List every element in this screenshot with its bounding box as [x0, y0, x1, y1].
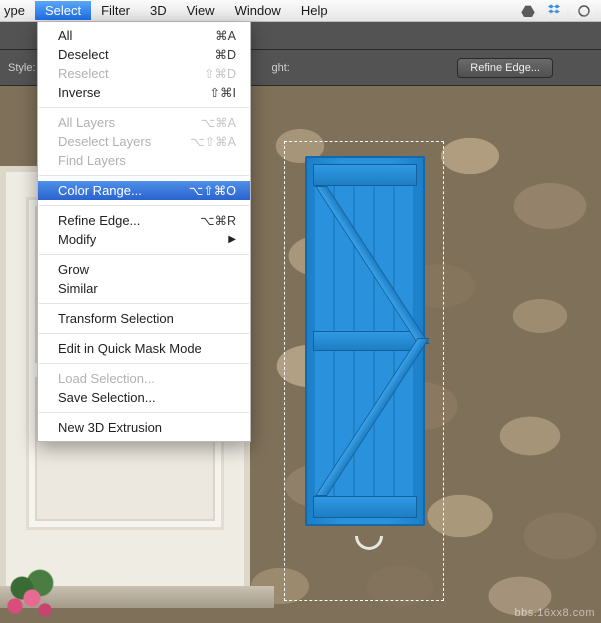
menu-item-label: Deselect: [58, 47, 214, 62]
menu-item-refine-edge[interactable]: Refine Edge...⌥⌘R: [38, 211, 250, 230]
menu-item-shortcut: ⌥⇧⌘O: [189, 183, 236, 198]
menu-item-inverse[interactable]: Inverse⇧⌘I: [38, 83, 250, 102]
menu-item-label: Transform Selection: [58, 311, 236, 326]
watermark-top: PS教程站: [538, 4, 595, 21]
menu-item-shortcut: ⌥⌘R: [200, 213, 236, 228]
gdrive-icon[interactable]: [519, 4, 537, 18]
menubar-item-window[interactable]: Window: [225, 1, 291, 20]
menu-item-label: Save Selection...: [58, 390, 236, 405]
menu-item-label: Find Layers: [58, 153, 236, 168]
menubar-item-filter[interactable]: Filter: [91, 1, 140, 20]
menu-separator: [39, 254, 249, 255]
menu-item-shortcut: ⇧⌘D: [204, 66, 236, 81]
menu-item-label: Load Selection...: [58, 371, 236, 386]
menu-item-label: Inverse: [58, 85, 210, 100]
menu-item-all-layers: All Layers⌥⌘A: [38, 113, 250, 132]
menu-item-label: Similar: [58, 281, 236, 296]
menu-item-modify[interactable]: Modify ▶: [38, 230, 250, 249]
options-height-label: ght:: [272, 62, 290, 74]
menu-separator: [39, 363, 249, 364]
menu-item-grow[interactable]: Grow: [38, 260, 250, 279]
photo-blue-shutter: [305, 156, 425, 526]
mac-menubar: ype Select Filter 3D View Window Help PS…: [0, 0, 601, 22]
menu-item-deselect-layers: Deselect Layers⌥⇧⌘A: [38, 132, 250, 151]
menu-item-edit-in-quick-mask-mode[interactable]: Edit in Quick Mask Mode: [38, 339, 250, 358]
menubar-item-type[interactable]: ype: [4, 1, 35, 20]
menu-item-label: New 3D Extrusion: [58, 420, 236, 435]
refine-edge-button[interactable]: Refine Edge...: [457, 58, 553, 78]
select-menu-dropdown: All⌘ADeselect⌘DReselect⇧⌘DInverse⇧⌘IAll …: [37, 22, 251, 442]
menu-separator: [39, 333, 249, 334]
menu-item-label: Deselect Layers: [58, 134, 190, 149]
photo-flowers: [0, 568, 60, 623]
menu-item-label: Reselect: [58, 66, 204, 81]
menu-separator: [39, 175, 249, 176]
options-style-label: Style:: [8, 62, 36, 74]
menu-item-shortcut: ⌥⇧⌘A: [190, 134, 236, 149]
menu-item-label: Color Range...: [58, 183, 189, 198]
menubar-item-select[interactable]: Select: [35, 1, 91, 20]
menubar-item-view[interactable]: View: [177, 1, 225, 20]
menu-item-transform-selection[interactable]: Transform Selection: [38, 309, 250, 328]
menu-item-shortcut: ⇧⌘I: [210, 85, 236, 100]
menu-item-color-range[interactable]: Color Range...⌥⇧⌘O: [38, 181, 250, 200]
submenu-arrow-icon: ▶: [228, 234, 236, 245]
photo-shutter-midrail: [313, 331, 417, 351]
menu-item-save-selection[interactable]: Save Selection...: [38, 388, 250, 407]
menu-item-label: All Layers: [58, 115, 201, 130]
menu-item-label: All: [58, 28, 215, 43]
menu-item-shortcut: ⌘D: [214, 47, 236, 62]
menu-separator: [39, 412, 249, 413]
menu-separator: [39, 303, 249, 304]
menu-item-shortcut: ⌥⌘A: [201, 115, 236, 130]
menu-item-similar[interactable]: Similar: [38, 279, 250, 298]
menu-item-label: Modify: [58, 232, 222, 247]
menu-item-load-selection: Load Selection...: [38, 369, 250, 388]
menu-item-deselect[interactable]: Deselect⌘D: [38, 45, 250, 64]
menubar-item-help[interactable]: Help: [291, 1, 338, 20]
menu-item-new-3d-extrusion[interactable]: New 3D Extrusion: [38, 418, 250, 437]
menu-separator: [39, 205, 249, 206]
menu-item-label: Refine Edge...: [58, 213, 200, 228]
menu-item-shortcut: ⌘A: [215, 28, 236, 43]
menu-separator: [39, 107, 249, 108]
watermark-bottom: bbs.16xx8.com: [515, 607, 595, 619]
menu-item-find-layers: Find Layers: [38, 151, 250, 170]
menu-item-label: Grow: [58, 262, 236, 277]
menu-item-all[interactable]: All⌘A: [38, 26, 250, 45]
menu-item-label: Edit in Quick Mask Mode: [58, 341, 236, 356]
menu-item-reselect: Reselect⇧⌘D: [38, 64, 250, 83]
menubar-item-3d[interactable]: 3D: [140, 1, 177, 20]
